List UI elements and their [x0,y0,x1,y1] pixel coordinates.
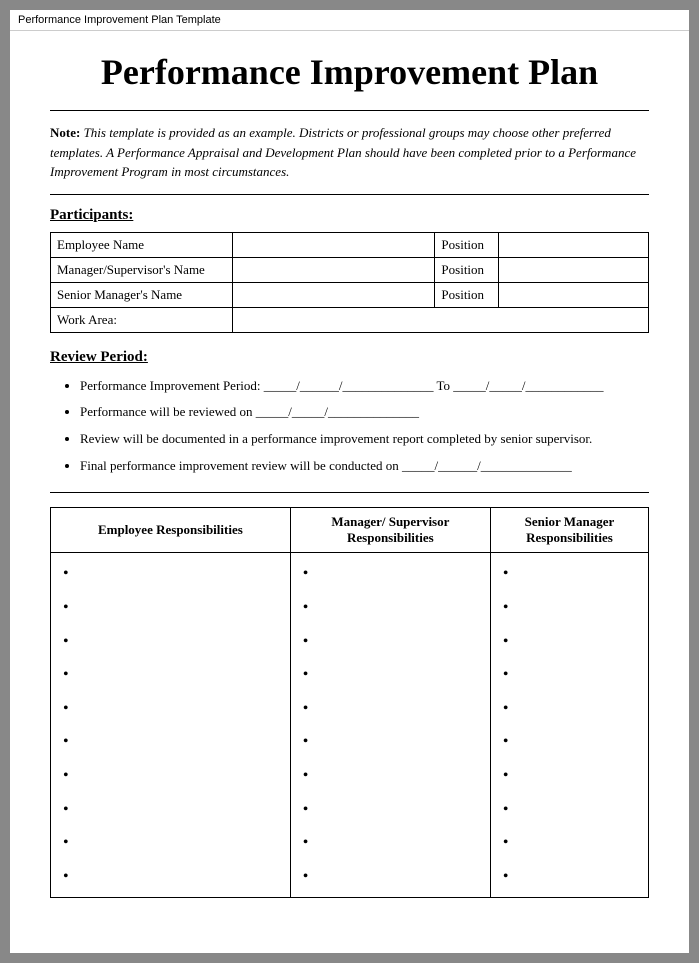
bullet: • [299,793,482,827]
bullet: • [59,725,282,759]
bullet: • [499,625,640,659]
list-item: Performance Improvement Period: _____/__… [80,374,649,399]
participants-table: Employee Name Position Manager/Superviso… [50,232,649,333]
bullet: • [499,658,640,692]
page-content: Performance Improvement Plan Note: This … [10,31,689,928]
sr-mgr-resp-header: Senior ManagerResponsibilities [490,508,648,553]
bullet: • [299,692,482,726]
bullet: • [59,625,282,659]
review-period-section: Review Period: Performance Improvement P… [50,349,649,479]
sr-mgr-resp-cell: • • • • • • • • • • [490,553,648,898]
bullet: • [59,658,282,692]
work-area-label: Work Area: [51,307,233,332]
page-header-title: Performance Improvement Plan Template [18,14,221,26]
bullet: • [299,625,482,659]
list-item: Final performance improvement review wil… [80,454,649,479]
bullet: • [299,725,482,759]
table-row: Work Area: [51,307,649,332]
bullet: • [499,759,640,793]
list-item: Review will be documented in a performan… [80,427,649,452]
table-row: Senior Manager's Name Position [51,282,649,307]
position-value-2 [499,282,649,307]
note-section: Note: This template is provided as an ex… [50,123,649,182]
bullet: • [499,826,640,860]
sr-mgr-resp-content: • • • • • • • • • • [499,557,640,893]
bullet: • [299,826,482,860]
bullet: • [299,860,482,894]
participants-heading: Participants: [50,207,649,224]
bullet: • [499,692,640,726]
page-header-bar: Performance Improvement Plan Template [10,10,689,31]
main-title: Performance Improvement Plan [50,51,649,94]
bullet: • [499,860,640,894]
review-period-heading: Review Period: [50,349,649,366]
divider-after-note [50,194,649,195]
bullet: • [499,591,640,625]
page-container: Performance Improvement Plan Template Pe… [10,10,689,953]
manager-name-value [232,257,435,282]
bullet: • [59,557,282,591]
list-item: Performance will be reviewed on _____/__… [80,400,649,425]
resp-content-row: • • • • • • • • • • [51,553,649,898]
bullet: • [299,759,482,793]
bullet: • [299,658,482,692]
note-text: This template is provided as an example.… [50,125,636,179]
position-value-1 [499,257,649,282]
emp-resp-cell: • • • • • • • • • • [51,553,291,898]
senior-manager-value [232,282,435,307]
bullet: • [59,793,282,827]
bullet: • [59,759,282,793]
employee-name-value [232,232,435,257]
note-label: Note: [50,125,80,140]
resp-header-row: Employee Responsibilities Manager/ Super… [51,508,649,553]
position-label-1: Position [435,257,499,282]
bullet: • [499,725,640,759]
bullet: • [59,591,282,625]
review-period-bullets: Performance Improvement Period: _____/__… [80,374,649,479]
work-area-value [232,307,648,332]
bullet: • [499,557,640,591]
bullet: • [499,793,640,827]
divider-top [50,110,649,111]
position-label-0: Position [435,232,499,257]
position-label-2: Position [435,282,499,307]
mgr-resp-cell: • • • • • • • • • • [290,553,490,898]
bullet: • [59,692,282,726]
bullet: • [59,826,282,860]
bullet: • [299,591,482,625]
mgr-resp-content: • • • • • • • • • • [299,557,482,893]
table-row: Manager/Supervisor's Name Position [51,257,649,282]
bullet: • [59,860,282,894]
position-value-0 [499,232,649,257]
senior-manager-label: Senior Manager's Name [51,282,233,307]
emp-resp-content: • • • • • • • • • • [59,557,282,893]
employee-name-label: Employee Name [51,232,233,257]
bullet: • [299,557,482,591]
emp-resp-header: Employee Responsibilities [51,508,291,553]
manager-name-label: Manager/Supervisor's Name [51,257,233,282]
divider-before-resp [50,492,649,493]
mgr-resp-header: Manager/ SupervisorResponsibilities [290,508,490,553]
responsibilities-table: Employee Responsibilities Manager/ Super… [50,507,649,898]
table-row: Employee Name Position [51,232,649,257]
